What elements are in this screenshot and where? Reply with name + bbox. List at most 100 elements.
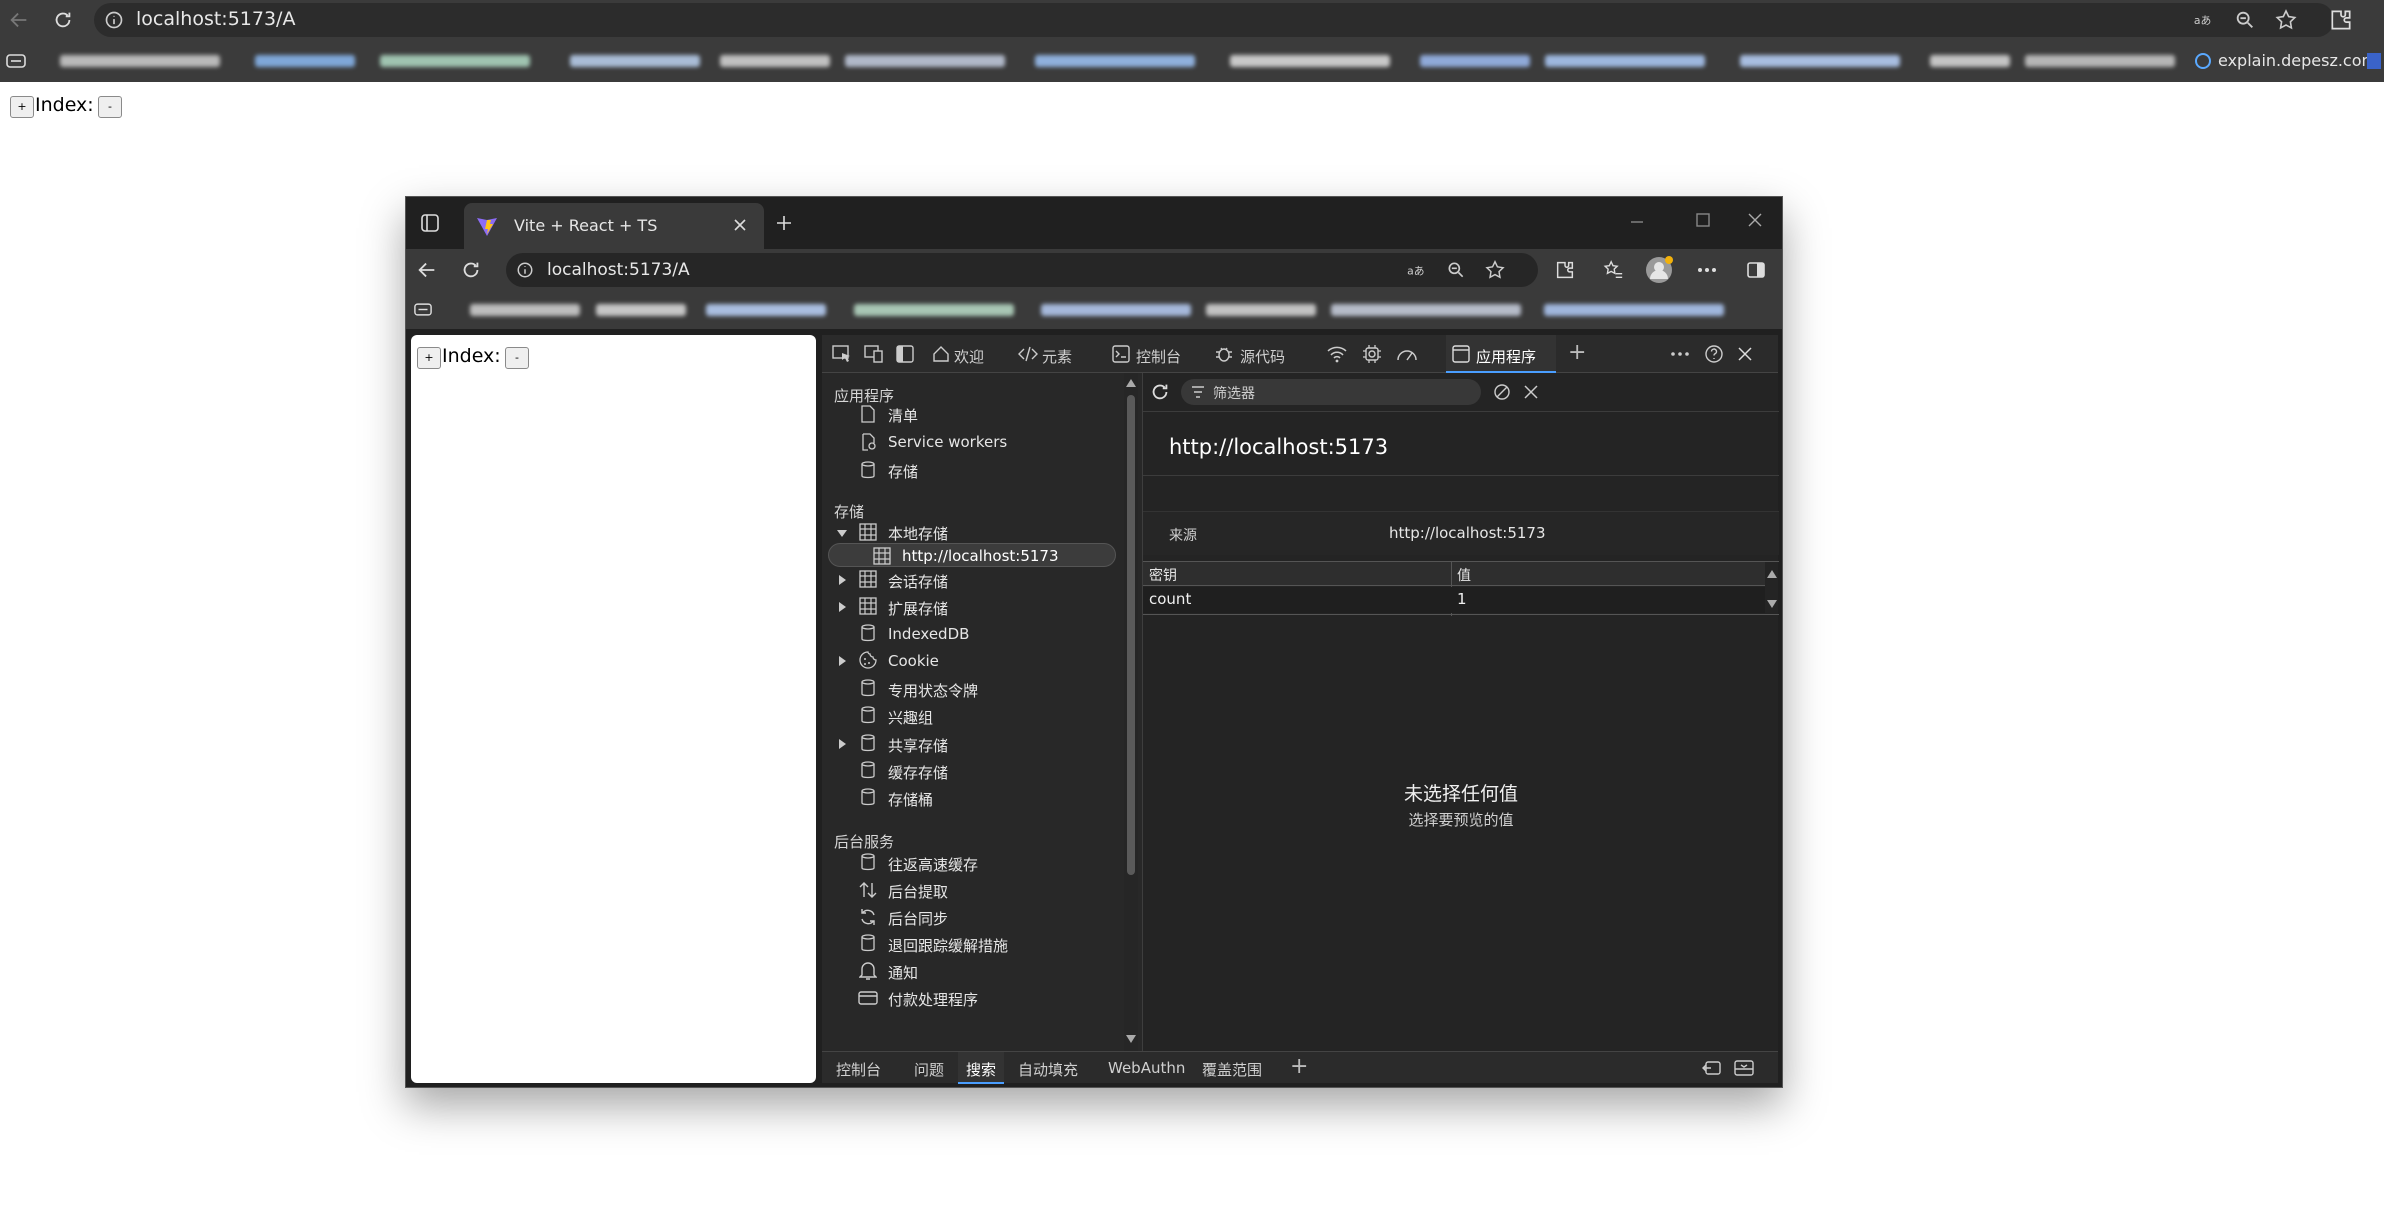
extensions-icon[interactable] bbox=[2328, 7, 2354, 33]
drawer-collapse-icon[interactable] bbox=[1734, 1060, 1754, 1076]
blurred-bookmark[interactable] bbox=[1420, 55, 1530, 67]
blurred-bookmark[interactable] bbox=[1544, 304, 1724, 316]
table-row[interactable] bbox=[1143, 587, 1765, 613]
home-icon[interactable] bbox=[932, 345, 950, 363]
sidebar-item-back-forward-cache[interactable]: 往返高速缓存 bbox=[888, 854, 978, 875]
sidebar-item-session-storage[interactable]: 会话存储 bbox=[888, 571, 948, 592]
clear-all-icon[interactable] bbox=[1493, 383, 1511, 401]
decrement-button[interactable]: - bbox=[505, 347, 529, 369]
code-icon[interactable] bbox=[1018, 345, 1038, 363]
back-icon[interactable] bbox=[8, 9, 30, 31]
close-devtools-icon[interactable] bbox=[1736, 345, 1754, 363]
reading-list-icon[interactable] bbox=[6, 53, 26, 69]
blurred-bookmark[interactable] bbox=[596, 304, 686, 316]
blurred-bookmark[interactable] bbox=[1930, 55, 2010, 67]
address-bar[interactable] bbox=[94, 3, 2334, 37]
column-header-key[interactable]: 密钥 bbox=[1149, 565, 1177, 585]
devtools-tab-elements[interactable]: 元素 bbox=[1042, 346, 1072, 367]
sidebar-item-service-workers[interactable]: Service workers bbox=[888, 433, 1007, 451]
close-window-icon[interactable] bbox=[1746, 211, 1764, 229]
sidebar-toggle-icon[interactable] bbox=[1746, 260, 1766, 280]
sidebar-item-localhost[interactable]: http://localhost:5173 bbox=[902, 547, 1059, 565]
delete-selected-icon[interactable] bbox=[1523, 384, 1539, 400]
bookmark-favicon-icon[interactable] bbox=[2366, 52, 2382, 70]
favorite-star-icon[interactable] bbox=[2274, 8, 2298, 32]
favorites-icon[interactable] bbox=[1602, 259, 1624, 281]
devtools-tab-welcome[interactable]: 欢迎 bbox=[954, 346, 984, 367]
blurred-bookmark[interactable] bbox=[706, 304, 826, 316]
column-header-value[interactable]: 值 bbox=[1457, 565, 1471, 585]
drawer-tab-webauthn[interactable]: WebAuthn bbox=[1108, 1059, 1185, 1077]
blurred-bookmark[interactable] bbox=[1545, 55, 1705, 67]
info-icon[interactable] bbox=[104, 10, 124, 30]
table-scroll-up-icon[interactable] bbox=[1767, 570, 1777, 578]
cell-key[interactable]: count bbox=[1149, 590, 1191, 608]
sidebar-item-background-fetch[interactable]: 后台提取 bbox=[888, 881, 948, 902]
inspect-element-icon[interactable] bbox=[832, 345, 852, 363]
blurred-bookmark[interactable] bbox=[1331, 304, 1521, 316]
increment-button[interactable]: + bbox=[10, 96, 34, 118]
blurred-bookmark[interactable] bbox=[1230, 55, 1390, 67]
collapsed-arrow-icon[interactable] bbox=[837, 738, 847, 750]
devtools-tab-application-bg[interactable]: 应用程序 bbox=[1446, 335, 1556, 373]
devtools-tab-application[interactable]: 应用程序 bbox=[1476, 346, 1536, 367]
inner-tab-vite[interactable]: Vite + React + TS bbox=[464, 203, 764, 249]
more-tools-icon[interactable] bbox=[1670, 347, 1690, 361]
tab-actions-icon[interactable] bbox=[420, 213, 440, 233]
blurred-bookmark[interactable] bbox=[470, 304, 580, 316]
sidebar-item-cookie[interactable]: Cookie bbox=[888, 652, 939, 670]
sidebar-item-manifest[interactable]: 清单 bbox=[888, 405, 918, 426]
blurred-bookmark[interactable] bbox=[845, 55, 1005, 67]
blurred-bookmark[interactable] bbox=[380, 55, 530, 67]
sidebar-item-payment-handler[interactable]: 付款处理程序 bbox=[888, 989, 978, 1010]
dock-side-icon[interactable] bbox=[896, 345, 914, 363]
bookmark-explain-depesz[interactable]: explain.depesz.com bbox=[2218, 51, 2377, 70]
drawer-tab-coverage[interactable]: 覆盖范围 bbox=[1202, 1059, 1262, 1080]
sidebar-item-notifications[interactable]: 通知 bbox=[888, 962, 918, 983]
blurred-bookmark[interactable] bbox=[854, 304, 1014, 316]
devtools-tab-sources[interactable]: 源代码 bbox=[1240, 346, 1285, 367]
devtools-tab-console[interactable]: 控制台 bbox=[1136, 346, 1181, 367]
drawer-tab-search[interactable]: 搜索 bbox=[966, 1059, 996, 1080]
extensions-icon[interactable] bbox=[1554, 259, 1576, 281]
read-aloud-icon[interactable]: aあ bbox=[2192, 10, 2214, 30]
blurred-bookmark[interactable] bbox=[1035, 55, 1195, 67]
cell-value[interactable]: 1 bbox=[1457, 590, 1467, 608]
sidebar-item-background-sync[interactable]: 后台同步 bbox=[888, 908, 948, 929]
filter-input[interactable]: 筛选器 bbox=[1181, 379, 1481, 405]
table-scroll-down-icon[interactable] bbox=[1767, 600, 1777, 608]
device-emulation-icon[interactable] bbox=[864, 345, 884, 363]
blurred-bookmark[interactable] bbox=[2025, 55, 2175, 67]
sidebar-item-interest-groups[interactable]: 兴趣组 bbox=[888, 707, 933, 728]
add-panel-button[interactable]: + bbox=[1568, 340, 1586, 365]
console-icon[interactable] bbox=[1112, 345, 1130, 363]
sidebar-item-extension-storage[interactable]: 扩展存储 bbox=[888, 598, 948, 619]
sources-bug-icon[interactable] bbox=[1214, 344, 1234, 364]
close-tab-icon[interactable] bbox=[732, 217, 748, 233]
scroll-up-arrow-icon[interactable] bbox=[1126, 379, 1136, 387]
zoom-out-icon[interactable] bbox=[2234, 9, 2256, 31]
refresh-icon[interactable] bbox=[460, 259, 482, 281]
info-icon[interactable] bbox=[516, 261, 534, 279]
sidebar-scrollbar-thumb[interactable] bbox=[1127, 395, 1135, 875]
expanded-arrow-icon[interactable] bbox=[836, 527, 848, 539]
sidebar-item-local-storage[interactable]: 本地存储 bbox=[888, 523, 948, 544]
favorite-star-icon[interactable] bbox=[1484, 259, 1506, 281]
reading-list-icon[interactable] bbox=[414, 302, 432, 317]
minimize-icon[interactable] bbox=[1628, 213, 1646, 231]
memory-gauge-icon[interactable] bbox=[1396, 345, 1418, 363]
increment-button[interactable]: + bbox=[417, 347, 441, 369]
collapsed-arrow-icon[interactable] bbox=[837, 574, 847, 586]
sidebar-item-bounce-tracking[interactable]: 退回跟踪缓解措施 bbox=[888, 935, 1008, 956]
maximize-icon[interactable] bbox=[1694, 211, 1712, 229]
blurred-bookmark[interactable] bbox=[720, 55, 830, 67]
refresh-icon[interactable] bbox=[52, 9, 74, 31]
back-icon[interactable] bbox=[416, 259, 438, 281]
sidebar-scrollbar[interactable] bbox=[1124, 373, 1138, 1051]
performance-cpu-icon[interactable] bbox=[1362, 344, 1382, 364]
sidebar-item-cache-storage[interactable]: 缓存存储 bbox=[888, 762, 948, 783]
new-tab-icon[interactable] bbox=[774, 213, 794, 233]
blurred-bookmark[interactable] bbox=[1740, 55, 1900, 67]
drawer-add-tab-button[interactable]: + bbox=[1290, 1054, 1308, 1079]
blurred-bookmark[interactable] bbox=[60, 55, 220, 67]
